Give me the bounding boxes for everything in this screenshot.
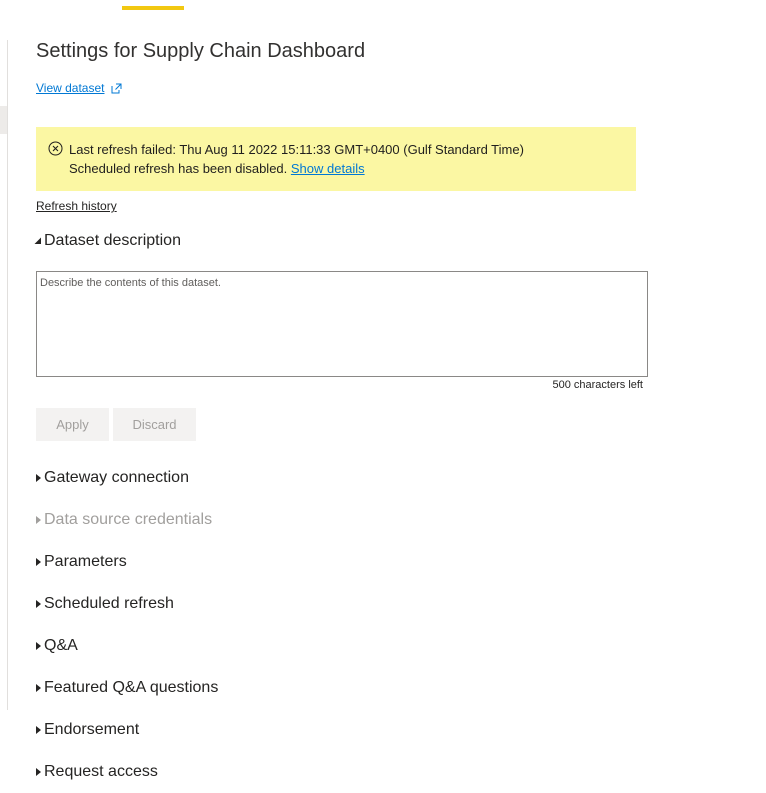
caret-collapsed-icon [36, 558, 41, 566]
section-label: Request access [44, 763, 158, 780]
dataset-description-toggle[interactable]: Dataset description [32, 232, 181, 250]
dataset-description-input[interactable] [36, 271, 648, 377]
characters-left-counter: 500 characters left [552, 379, 644, 391]
caret-collapsed-icon [36, 726, 41, 734]
section-label: Data source credentials [44, 511, 213, 528]
section-gateway-connection-toggle[interactable]: Gateway connection [32, 469, 189, 487]
view-dataset-label: View dataset [36, 81, 105, 95]
open-external-icon [111, 83, 121, 93]
left-rail-divider [7, 40, 8, 710]
section-qanda-toggle[interactable]: Q&A [32, 637, 78, 655]
discard-button[interactable]: Discard [113, 408, 196, 441]
section-label: Parameters [44, 553, 127, 570]
section-label: Scheduled refresh [44, 595, 174, 612]
alert-line-1: Last refresh failed: Thu Aug 11 2022 15:… [69, 142, 524, 157]
section-label: Gateway connection [44, 469, 189, 486]
section-label: Featured Q&A questions [44, 679, 219, 696]
refresh-history-link[interactable]: Refresh history [36, 199, 117, 213]
apply-button[interactable]: Apply [36, 408, 109, 441]
alert-line-2-text: Scheduled refresh has been disabled. [69, 161, 288, 176]
caret-collapsed-icon [36, 768, 41, 776]
error-circle-icon [48, 141, 63, 156]
alert-text: Last refresh failed: Thu Aug 11 2022 15:… [69, 140, 524, 191]
view-dataset-link[interactable]: View dataset [36, 81, 122, 95]
caret-expanded-icon [34, 237, 41, 244]
section-label: Endorsement [44, 721, 140, 738]
page-title: Settings for Supply Chain Dashboard [36, 40, 366, 62]
settings-page: Settings for Supply Chain Dashboard View… [0, 0, 766, 793]
alert-line-2: Scheduled refresh has been disabled. Sho… [69, 159, 524, 178]
refresh-failed-alert: Last refresh failed: Thu Aug 11 2022 15:… [36, 127, 636, 191]
caret-collapsed-icon [36, 600, 41, 608]
dataset-description-heading: Dataset description [44, 232, 181, 249]
active-tab-indicator [122, 6, 184, 10]
caret-collapsed-icon [36, 516, 41, 524]
section-parameters-toggle[interactable]: Parameters [32, 553, 127, 571]
section-data-source-credentials-toggle: Data source credentials [32, 511, 212, 529]
section-featured-qanda-questions-toggle[interactable]: Featured Q&A questions [32, 679, 218, 697]
left-rail-selection [0, 106, 7, 134]
caret-collapsed-icon [36, 642, 41, 650]
caret-collapsed-icon [36, 474, 41, 482]
section-request-access-toggle[interactable]: Request access [32, 763, 158, 781]
caret-collapsed-icon [36, 684, 41, 692]
show-details-link[interactable]: Show details [291, 161, 365, 176]
section-endorsement-toggle[interactable]: Endorsement [32, 721, 139, 739]
section-label: Q&A [44, 637, 78, 654]
section-scheduled-refresh-toggle[interactable]: Scheduled refresh [32, 595, 174, 613]
